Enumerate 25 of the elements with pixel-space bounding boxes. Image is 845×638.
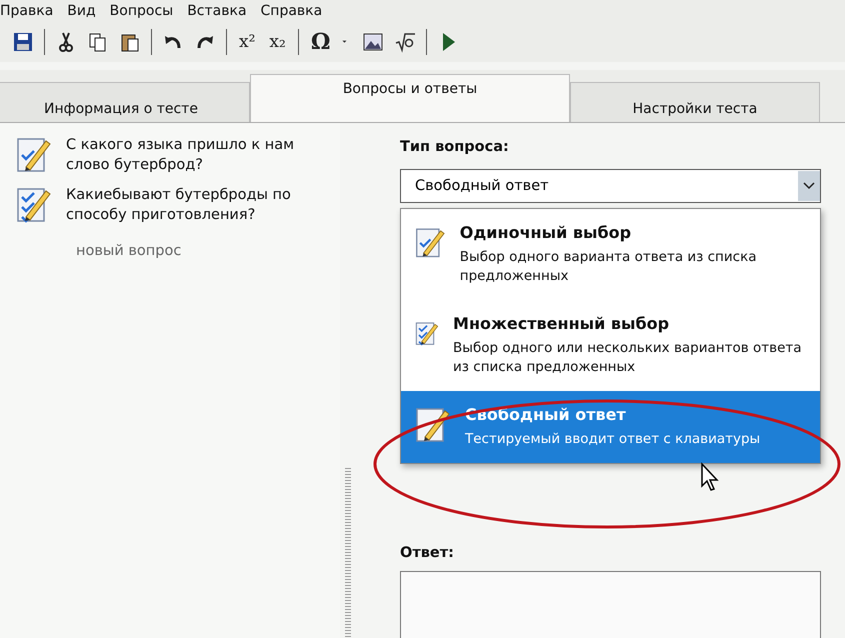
menu-item[interactable]: Правка [0, 3, 54, 19]
image-icon[interactable] [362, 31, 384, 53]
answer-field[interactable] [400, 571, 821, 638]
question-type-dropdown[interactable]: Свободный ответ [400, 169, 821, 203]
save-icon[interactable] [12, 31, 34, 53]
menu-item[interactable]: Вопросы [110, 3, 174, 19]
dropdown-option[interactable]: Множественный выбор Выбор одного или нескольких вариантов ответа из списка предложенных [401, 300, 820, 391]
field-label: Тип вопроса: [400, 139, 510, 155]
field-label: Ответ: [400, 545, 455, 561]
question-item[interactable]: новый вопрос [76, 241, 336, 261]
superscript-button[interactable]: x² [237, 32, 258, 52]
tab[interactable]: Информация о тесте [0, 82, 250, 122]
square-root-icon[interactable] [394, 31, 416, 53]
subscript-button[interactable]: x₂ [267, 32, 288, 52]
question-item[interactable]: С какого языка пришло к нам слово бутерброд? [66, 135, 326, 175]
menu-item[interactable]: Вид [67, 3, 96, 19]
tab[interactable]: Вопросы и ответы [250, 74, 570, 122]
menu-item[interactable]: Вставка [187, 3, 247, 19]
dropdown-option[interactable]: Одиночный выбор Выбор одного варианта ответа из списка предложенных [401, 209, 820, 300]
question-item[interactable]: Какиебывают бутерброды по способу приготовления? [66, 185, 326, 225]
symbol-button[interactable]: Ω [308, 29, 332, 55]
chevron-down-icon[interactable] [798, 171, 820, 201]
tab[interactable]: Настройки теста [570, 82, 820, 122]
menu-item[interactable]: Справка [260, 3, 322, 19]
dropdown-option[interactable]: Свободный ответ Тестируемый вводит ответ с клавиатуры [401, 391, 820, 463]
